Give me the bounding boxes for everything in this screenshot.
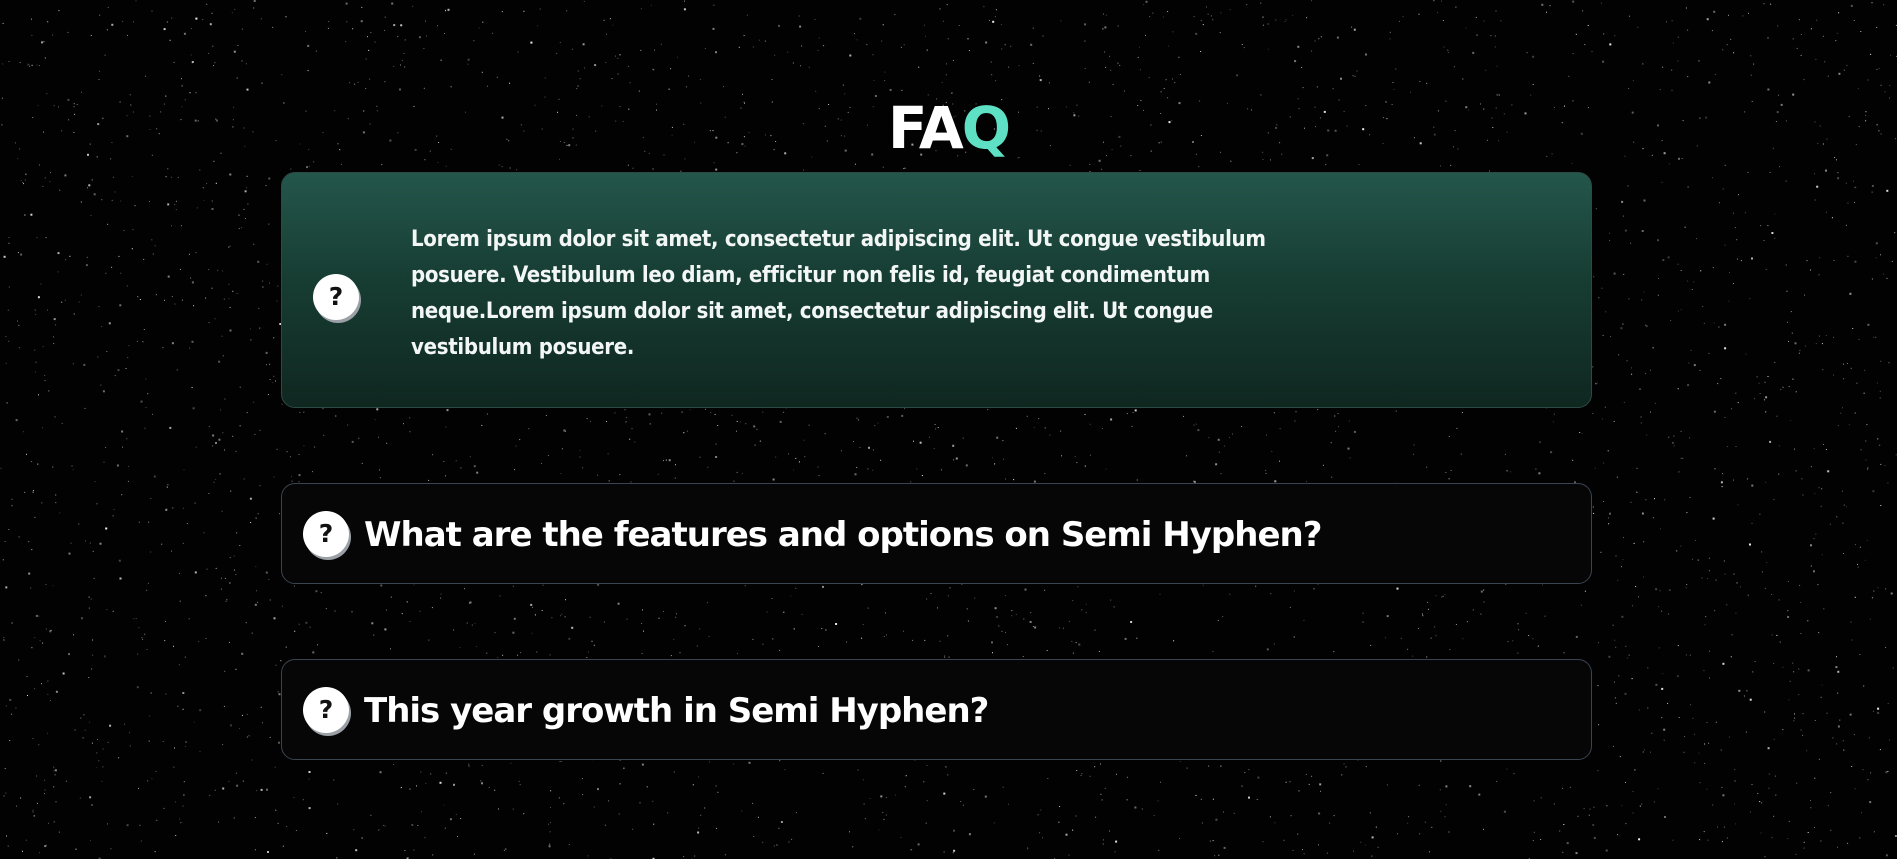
faq-item-growth[interactable]: ? This year growth in Semi Hyphen?: [281, 659, 1592, 760]
page-title: FAQ: [0, 93, 1897, 163]
question-icon: ?: [313, 274, 359, 320]
question-icon: ?: [303, 511, 349, 557]
faq-item-features[interactable]: ? What are the features and options on S…: [281, 483, 1592, 584]
faq-question-text[interactable]: This year growth in Semi Hyphen?: [364, 689, 989, 733]
faq-question-text[interactable]: What are the features and options on Sem…: [364, 513, 1322, 557]
faq-item-expanded[interactable]: ? Lorem ipsum dolor sit amet, consectetu…: [281, 172, 1592, 408]
question-icon: ?: [303, 687, 349, 733]
page-title-main: FA: [887, 93, 964, 162]
page-title-accent: Q: [961, 93, 1011, 162]
faq-answer-text: Lorem ipsum dolor sit amet, consectetur …: [411, 227, 1266, 360]
